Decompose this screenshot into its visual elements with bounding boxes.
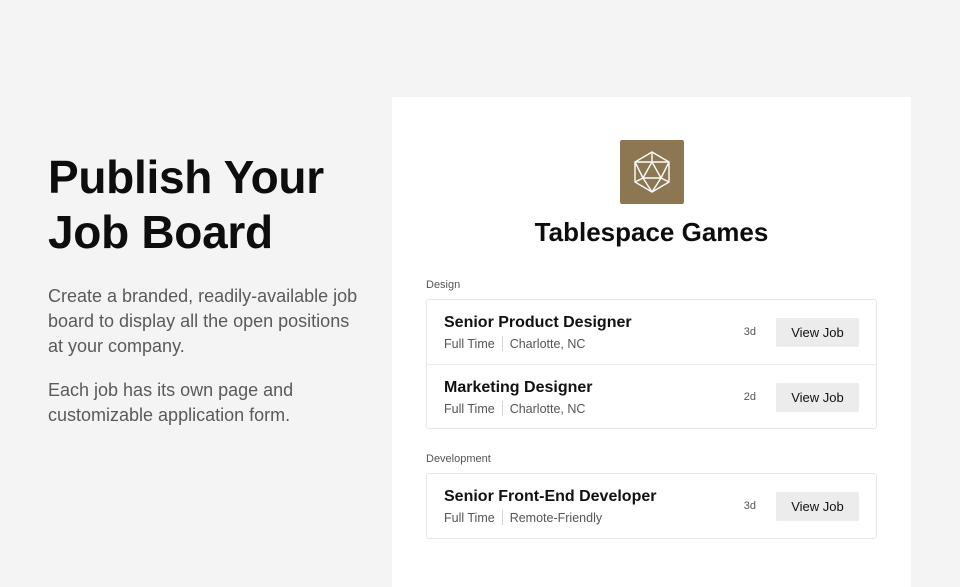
view-job-button[interactable]: View Job — [776, 492, 859, 521]
job-location: Remote-Friendly — [509, 510, 603, 525]
job-location: Charlotte, NC — [509, 336, 586, 351]
hero-paragraph-1: Create a branded, readily-available job … — [48, 286, 358, 356]
meta-divider — [501, 336, 503, 351]
job-row: Senior Front-End Developer Full Time Rem… — [427, 474, 876, 538]
job-group-design: Senior Product Designer Full Time Charlo… — [426, 299, 877, 429]
hero-paragraph-2: Each job has its own page and customizab… — [48, 380, 294, 425]
hero-section: Publish Your Job Board Create a branded,… — [48, 150, 368, 428]
job-title: Marketing Designer — [444, 379, 593, 396]
job-row: Senior Product Designer Full Time Charlo… — [427, 300, 876, 364]
job-meta: Full Time Charlotte, NC — [444, 336, 585, 351]
company-name: Tablespace Games — [534, 217, 769, 247]
job-type: Full Time — [444, 510, 495, 525]
meta-divider — [501, 401, 503, 416]
hero-headline: Publish Your Job Board — [48, 150, 368, 260]
job-group-development: Senior Front-End Developer Full Time Rem… — [426, 473, 877, 539]
job-age: 3d — [743, 500, 756, 512]
job-title: Senior Product Designer — [444, 314, 632, 331]
job-type: Full Time — [444, 336, 495, 351]
job-meta: Full Time Remote-Friendly — [444, 510, 602, 525]
job-board-card: Tablespace Games Design Senior Product D… — [392, 97, 911, 587]
section-label-design: Design — [426, 279, 461, 291]
headline-line-1: Publish Your — [48, 151, 324, 203]
view-job-button[interactable]: View Job — [776, 383, 859, 412]
view-job-button[interactable]: View Job — [776, 318, 859, 347]
job-location: Charlotte, NC — [509, 401, 586, 416]
company-logo — [620, 140, 684, 204]
headline-line-2: Job Board — [48, 206, 273, 258]
job-type: Full Time — [444, 401, 495, 416]
d20-dice-icon — [634, 151, 670, 193]
meta-divider — [501, 510, 503, 525]
section-label-development: Development — [426, 453, 491, 465]
job-meta: Full Time Charlotte, NC — [444, 401, 585, 416]
job-age: 2d — [743, 391, 756, 403]
job-title: Senior Front-End Developer — [444, 488, 657, 505]
job-row: Marketing Designer Full Time Charlotte, … — [427, 364, 876, 428]
job-age: 3d — [743, 326, 756, 338]
